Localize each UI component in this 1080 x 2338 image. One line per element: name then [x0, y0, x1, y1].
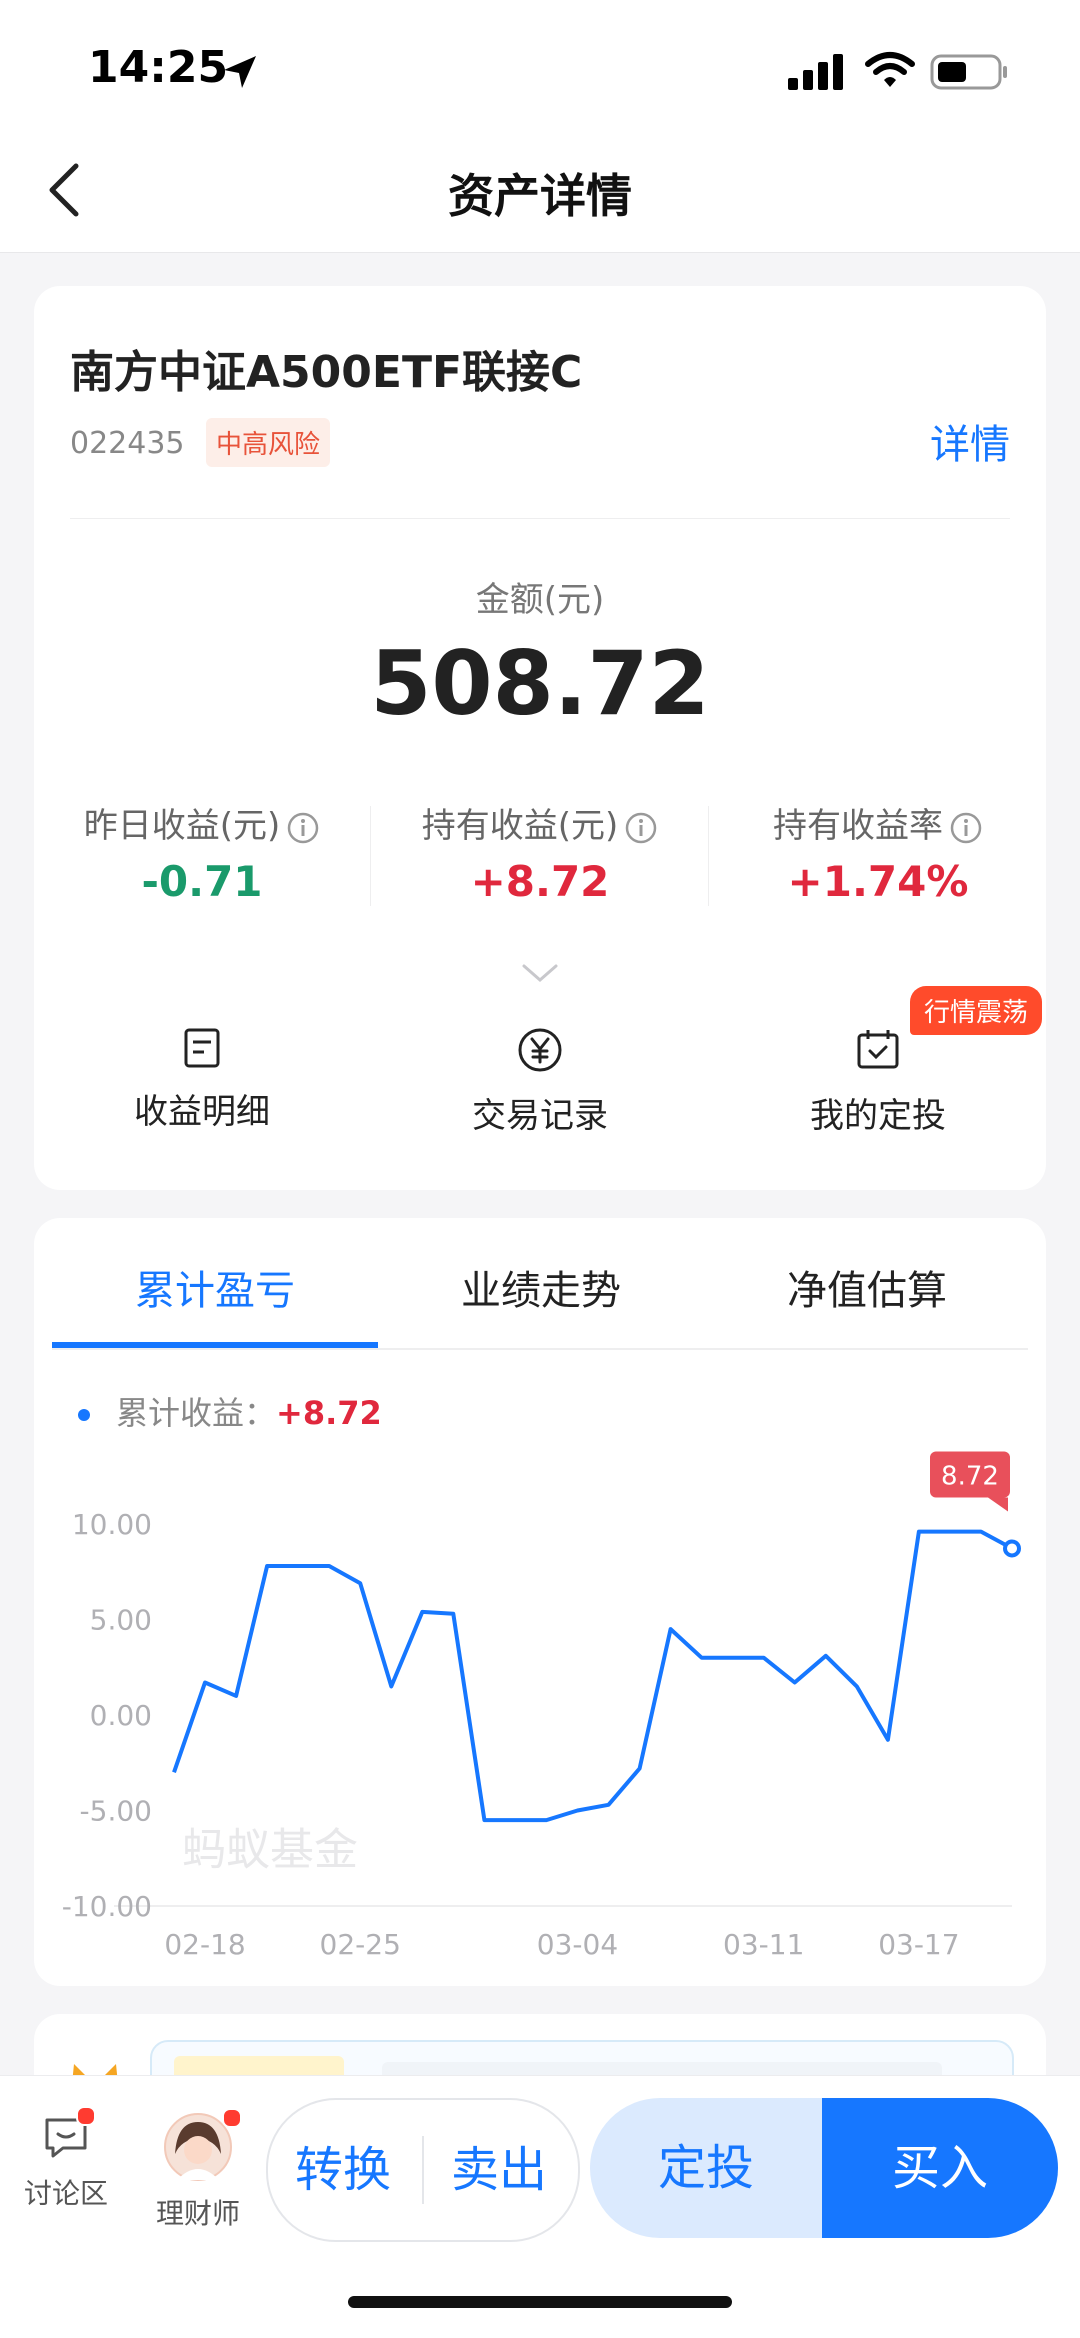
- last-value-tag-pointer: [988, 1497, 1008, 1512]
- tab-nav-estimate[interactable]: 净值估算: [704, 1258, 1030, 1316]
- profit-line-chart[interactable]: 10.00 5.00 0.00 -5.00 -10.00 02-18 02-25 03-04 0…: [34, 1438, 1046, 1978]
- notification-dot: [222, 2108, 242, 2128]
- y-tick-label: -5.00: [80, 1795, 152, 1828]
- fund-summary-card: 南方中证A500ETF联接C 022435 中高风险 详情 金额(元) 508.…: [34, 286, 1046, 1190]
- info-icon[interactable]: [624, 811, 658, 845]
- chart-card: 累计盈亏 业绩走势 净值估算 累计收益：+8.72 10.00 5.00 0.00 -…: [34, 1218, 1046, 1986]
- calendar-check-icon: [857, 1030, 899, 1069]
- buy-button[interactable]: 买入: [822, 2098, 1058, 2238]
- stat-holding-profit: 持有收益(元) +8.72: [372, 798, 708, 908]
- action-row: 收益明细 交易记录 我的定投: [34, 1026, 1046, 1166]
- x-tick-label: 02-18: [164, 1928, 245, 1961]
- fund-name: 南方中证A500ETF联接C: [70, 347, 583, 398]
- x-tick-label: 03-11: [723, 1928, 804, 1961]
- advisor-button[interactable]: 理财师: [156, 2108, 242, 2232]
- risk-badge: 中高风险: [206, 418, 331, 467]
- action-label: 交易记录: [472, 1096, 608, 1136]
- location-arrow-icon: [224, 56, 256, 88]
- discuss-label: 讨论区: [24, 2177, 109, 2210]
- home-indicator: [348, 2296, 732, 2308]
- page-title: 资产详情: [448, 169, 632, 223]
- doc-icon: [184, 1028, 220, 1068]
- advisor-label: 理财师: [156, 2197, 241, 2230]
- stat-value: -0.71: [141, 857, 263, 906]
- my-auto-invest-button[interactable]: 我的定投: [710, 1026, 1046, 1137]
- last-value-label: 8.72: [941, 1461, 999, 1491]
- info-icon[interactable]: [949, 811, 983, 845]
- convert-sell-group: 转换 卖出: [266, 2098, 580, 2242]
- tab-cumulative-profit[interactable]: 累计盈亏: [52, 1258, 378, 1316]
- divider: [708, 806, 709, 906]
- detail-link[interactable]: 详情: [930, 412, 1010, 470]
- info-icon[interactable]: [286, 811, 320, 845]
- notification-dot: [76, 2106, 96, 2126]
- y-tick-label: 10.00: [72, 1508, 152, 1541]
- cellular-signal-icon: [788, 54, 843, 90]
- wifi-icon: [865, 52, 915, 87]
- chart-tabs: 累计盈亏 业绩走势 净值估算: [52, 1218, 1028, 1350]
- x-tick-label: 02-25: [320, 1928, 401, 1961]
- stat-holding-rate: 持有收益率 +1.74%: [710, 798, 1046, 908]
- active-tab-indicator: [52, 1342, 378, 1348]
- discuss-button[interactable]: 讨论区: [24, 2106, 109, 2212]
- divider: [370, 806, 371, 906]
- stat-yesterday: 昨日收益(元) -0.71: [34, 798, 370, 908]
- chevron-down-icon[interactable]: [520, 962, 560, 986]
- sell-button[interactable]: 卖出: [424, 2100, 574, 2240]
- profit-detail-button[interactable]: 收益明细: [34, 1026, 370, 1133]
- y-tick-label: 0.00: [90, 1699, 152, 1732]
- series-line: [172, 1529, 1013, 1823]
- trade-record-button[interactable]: 交易记录: [372, 1026, 708, 1137]
- battery-icon: [930, 54, 1007, 90]
- amount-label: 金额(元): [475, 580, 605, 620]
- legend-dot: [78, 1409, 90, 1421]
- yuan-icon: [518, 1028, 562, 1072]
- y-tick-label: 5.00: [90, 1604, 152, 1637]
- stat-label: 昨日收益(元): [83, 806, 281, 846]
- auto-invest-button[interactable]: 定投: [590, 2098, 822, 2238]
- y-tick-label: -10.00: [62, 1890, 152, 1923]
- legend-label: 累计收益：: [116, 1394, 277, 1432]
- status-time: 14:25: [88, 42, 229, 93]
- fund-code: 022435: [70, 426, 185, 461]
- legend-value: +8.72: [276, 1394, 382, 1432]
- action-label: 我的定投: [810, 1096, 946, 1136]
- chart-legend: 累计收益：+8.72: [78, 1388, 382, 1434]
- invest-buy-group: 定投 买入: [590, 2098, 1058, 2238]
- top-bar: 14:25 资产详情: [0, 0, 1080, 253]
- x-tick-label: 03-04: [537, 1928, 618, 1961]
- watermark-text: 蚂蚁基金: [182, 1825, 358, 1876]
- stats-row: 昨日收益(元) -0.71 持有收益(元) +8.72 持有收益率 +1.74%: [34, 798, 1046, 908]
- last-data-point: [1003, 1539, 1021, 1558]
- stat-label: 持有收益率: [773, 806, 943, 846]
- divider: [70, 518, 1010, 519]
- stat-value: +1.74%: [787, 857, 969, 906]
- amount-value: 508.72: [370, 632, 710, 735]
- action-label: 收益明细: [134, 1092, 270, 1132]
- stat-value: +8.72: [470, 857, 610, 906]
- x-tick-label: 03-17: [878, 1928, 959, 1961]
- stat-label: 持有收益(元): [421, 806, 619, 846]
- convert-button[interactable]: 转换: [268, 2100, 418, 2240]
- tab-performance-trend[interactable]: 业绩走势: [378, 1258, 704, 1316]
